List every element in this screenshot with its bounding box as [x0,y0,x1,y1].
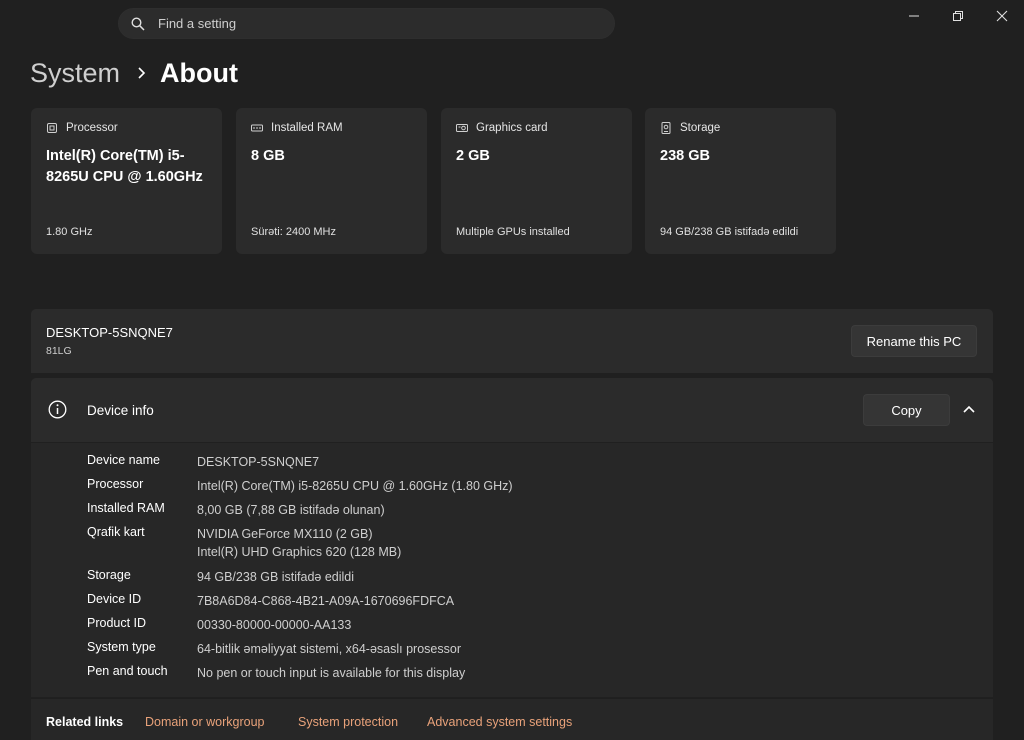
domain-workgroup-link[interactable]: Domain or workgroup [145,715,265,729]
graphics-card-icon [456,124,468,132]
advanced-system-settings-link[interactable]: Advanced system settings [427,715,572,729]
ram-icon [251,124,263,132]
spec-value-secondary[interactable]: Intel(R) UHD Graphics 620 (128 MB) [197,543,401,561]
spec-value[interactable]: NVIDIA GeForce MX110 (2 GB) [197,525,373,543]
ram-card: Installed RAM 8 GB Sürəti: 2400 MHz [236,108,427,254]
graphics-card: Graphics card 2 GB Multiple GPUs install… [441,108,632,254]
spec-value[interactable]: 7B8A6D84-C868-4B21-A09A-1670696FDFCA [197,592,454,610]
card-label: Graphics card [476,122,548,134]
pc-name: DESKTOP-5SNQNE7 [46,325,173,340]
spec-value[interactable]: DESKTOP-5SNQNE7 [197,453,319,471]
spec-label: Device name [87,453,160,467]
card-sub: 1.80 GHz [46,226,93,238]
spec-label: System type [87,640,156,654]
collapse-button[interactable] [960,400,978,418]
chevron-right-icon [136,67,146,79]
spec-label: Device ID [87,592,142,606]
card-value: 238 GB [660,148,710,164]
card-label: Processor [66,122,118,134]
restore-icon [953,11,963,21]
search-box[interactable] [118,8,615,39]
chevron-up-icon [963,405,975,413]
search-icon [131,16,145,31]
info-icon [48,400,67,419]
spec-value[interactable]: 64-bitlik əməliyyat sistemi, x64-əsaslı … [197,640,461,658]
breadcrumb: System About [30,55,238,91]
storage-icon [661,122,671,134]
spec-value[interactable]: Intel(R) Core(TM) i5-8265U CPU @ 1.60GHz… [197,477,513,495]
card-sub: Multiple GPUs installed [456,226,570,238]
card-sub: 94 GB/238 GB istifadə edildi [660,226,799,238]
spec-label: Qrafik kart [87,525,145,539]
system-protection-link[interactable]: System protection [298,715,398,729]
card-sub: Sürəti: 2400 MHz [251,226,336,238]
storage-card: Storage 238 GB 94 GB/238 GB istifadə edi… [645,108,836,254]
spec-label: Installed RAM [87,501,165,515]
rename-pc-button[interactable]: Rename this PC [851,325,977,357]
spec-value[interactable]: No pen or touch input is available for t… [197,664,465,682]
minimize-icon [909,15,919,17]
page-title: About [160,57,238,88]
spec-label: Pen and touch [87,664,168,678]
spec-label: Product ID [87,616,147,630]
spec-value[interactable]: 94 GB/238 GB istifadə edildi [197,568,354,586]
restore-button[interactable] [943,4,973,28]
minimize-button[interactable] [899,4,929,28]
card-value: 8 GB [251,148,285,164]
spec-value[interactable]: 00330-80000-00000-AA133 [197,616,351,634]
close-button[interactable] [987,4,1017,28]
spec-label: Processor [87,477,144,491]
card-label: Installed RAM [271,122,343,134]
device-info-header[interactable]: Device info Copy [31,378,993,442]
related-links-title: Related links [46,715,124,729]
card-value: Intel(R) Core(TM) i5-8265U CPU @ 1.60GHz [46,148,203,185]
card-label: Storage [680,122,721,134]
processor-card: Processor Intel(R) Core(TM) i5-8265U CPU… [31,108,222,254]
pc-name-panel: DESKTOP-5SNQNE7 81LG Rename this PC [31,309,993,373]
device-info-title: Device info [87,403,154,418]
spec-label: Storage [87,568,131,582]
processor-icon [47,123,57,133]
close-icon [996,10,1008,22]
related-links-bar: Related links Domain or workgroup System… [31,698,993,740]
pc-model: 81LG [46,345,72,357]
device-info-body: Device name DESKTOP-5SNQNE7 Processor In… [31,443,993,697]
search-input[interactable] [158,16,578,31]
spec-value[interactable]: 8,00 GB (7,88 GB istifadə olunan) [197,501,385,519]
card-value: 2 GB [456,148,490,164]
breadcrumb-system[interactable]: System [30,58,120,89]
copy-button[interactable]: Copy [863,394,950,426]
